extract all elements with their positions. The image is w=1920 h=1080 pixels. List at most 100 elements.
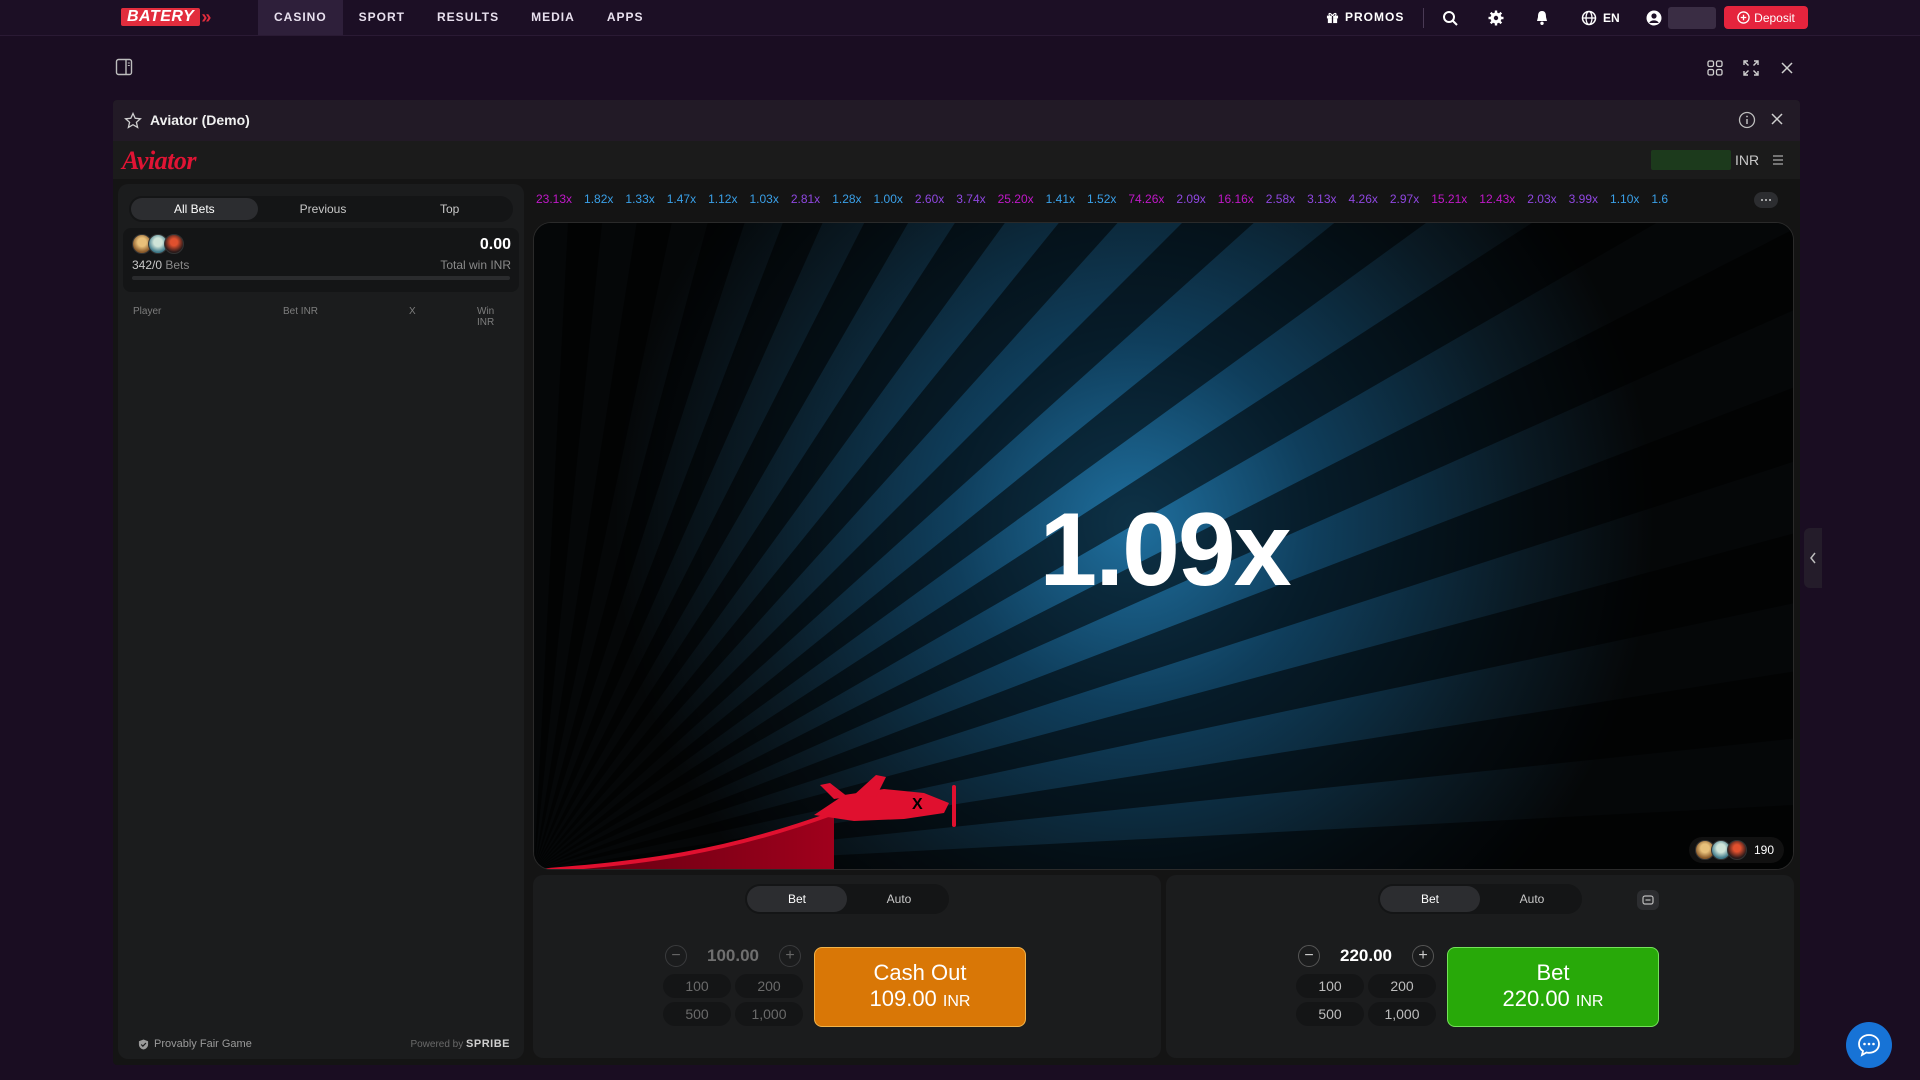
deposit-label: Deposit xyxy=(1754,10,1795,25)
bet2-amount-stepper: − 220.00 + xyxy=(1298,945,1434,967)
multiplier-history: 23.13x 1.82x 1.33x 1.47x 1.12x 1.03x 2.81x 1.28… xyxy=(536,192,1748,208)
bet1-mode-tabs: Bet Auto xyxy=(745,884,949,914)
site-logo[interactable]: BATERY » xyxy=(121,7,233,27)
history-multiplier: 25.20x xyxy=(997,192,1034,206)
bet2-quick-200[interactable]: 200 xyxy=(1368,974,1436,998)
cash-out-button[interactable]: Cash Out 109.00 INR xyxy=(814,947,1026,1027)
bet2-decrease-button[interactable]: − xyxy=(1298,945,1320,967)
powered-by: Powered by SPRIBE xyxy=(410,1038,510,1050)
gift-icon xyxy=(1326,12,1339,23)
provably-fair-link[interactable]: Provably Fair Game xyxy=(138,1038,252,1050)
place-bet-label: Bet xyxy=(1536,959,1570,985)
svg-text:X: X xyxy=(912,796,923,813)
bets-tabs: All Bets Previous Top xyxy=(129,196,513,222)
bet1-quick-500[interactable]: 500 xyxy=(663,1002,731,1026)
collapse-panel-button[interactable] xyxy=(1804,528,1822,588)
tab-all-bets[interactable]: All Bets xyxy=(131,198,258,220)
promos-link[interactable]: PROMOS xyxy=(1326,10,1404,24)
bet2-quick-100[interactable]: 100 xyxy=(1296,974,1364,998)
history-more-button[interactable] xyxy=(1754,192,1778,208)
nav-casino[interactable]: CASINO xyxy=(258,0,343,35)
language-code: EN xyxy=(1603,11,1620,25)
promos-label: PROMOS xyxy=(1345,10,1405,24)
bet1-tab-auto[interactable]: Auto xyxy=(849,884,949,914)
bets-count-value: 342/0 xyxy=(132,258,163,272)
favorite-star-icon[interactable] xyxy=(124,112,142,130)
balance-display xyxy=(1651,150,1731,170)
provably-fair-label: Provably Fair Game xyxy=(154,1038,252,1050)
nav-sport[interactable]: SPORT xyxy=(343,0,421,35)
total-win-value: 0.00 xyxy=(479,236,511,253)
bets-count-label: Bets xyxy=(165,258,190,272)
nav-results[interactable]: RESULTS xyxy=(421,0,515,35)
bet2-mode-tabs: Bet Auto xyxy=(1378,884,1582,914)
game-frame: Aviator (Demo) Aviator INR All Bets Prev… xyxy=(113,100,1800,1065)
powered-by-label: Powered by xyxy=(410,1039,464,1050)
bet2-tab-auto[interactable]: Auto xyxy=(1482,884,1582,914)
user-balance-box[interactable] xyxy=(1668,7,1716,29)
cash-out-currency: INR xyxy=(942,992,971,1010)
col-bet: Bet INR xyxy=(283,306,319,317)
hamburger-menu-icon[interactable] xyxy=(1771,153,1785,167)
bet2-quick-500[interactable]: 500 xyxy=(1296,1002,1364,1026)
bet1-tab-bet[interactable]: Bet xyxy=(747,886,847,912)
bet2-amount[interactable]: 220.00 xyxy=(1320,946,1412,966)
bet2-quick-amounts: 100 200 500 1,000 xyxy=(1296,974,1436,1026)
history-multiplier: 1.52x xyxy=(1087,192,1117,206)
globe-icon xyxy=(1581,10,1597,26)
avatar-group xyxy=(132,234,184,254)
notification-bell-icon[interactable] xyxy=(1532,8,1552,28)
grid-view-icon[interactable] xyxy=(1705,58,1725,78)
live-chat-button[interactable] xyxy=(1846,1022,1892,1068)
tab-previous[interactable]: Previous xyxy=(260,196,387,222)
bet2-tab-bet[interactable]: Bet xyxy=(1380,886,1480,912)
tab-top[interactable]: Top xyxy=(386,196,513,222)
nav-media[interactable]: MEDIA xyxy=(515,0,591,35)
history-multiplier: 2.03x xyxy=(1527,192,1557,206)
bet1-quick-200[interactable]: 200 xyxy=(735,974,803,998)
history-multiplier: 2.58x xyxy=(1265,192,1296,206)
history-multiplier: 1.28x xyxy=(832,192,862,206)
history-multiplier: 1.47x xyxy=(666,192,697,206)
history-multiplier: 1.00x xyxy=(873,192,903,206)
bet-panel-1: Bet Auto − 100.00 + 100 200 500 1,000 Ca… xyxy=(533,875,1161,1058)
deposit-button[interactable]: Deposit xyxy=(1724,6,1808,29)
history-multiplier: 16.16x xyxy=(1217,192,1254,206)
col-multiplier: X xyxy=(409,306,416,317)
bet1-quick-100[interactable]: 100 xyxy=(663,974,731,998)
bets-panel-footer: Provably Fair Game Powered by SPRIBE xyxy=(118,1029,524,1059)
bet1-increase-button[interactable]: + xyxy=(779,945,801,967)
nav-apps[interactable]: APPS xyxy=(591,0,660,35)
dot-icon xyxy=(1765,199,1767,201)
bet1-amount[interactable]: 100.00 xyxy=(687,946,779,966)
aviator-bar: Aviator INR xyxy=(113,141,1800,179)
place-bet-button[interactable]: Bet 220.00 INR xyxy=(1447,947,1659,1027)
avatar-group xyxy=(1695,840,1747,860)
close-window-icon[interactable] xyxy=(1777,58,1797,78)
bet1-quick-amounts: 100 200 500 1,000 xyxy=(663,974,803,1026)
history-multiplier: 2.09x xyxy=(1176,192,1206,206)
bet1-quick-1000[interactable]: 1,000 xyxy=(735,1002,803,1026)
fullscreen-icon[interactable] xyxy=(1741,58,1761,78)
history-multiplier: 74.26x xyxy=(1128,192,1165,206)
cash-out-value: 109.00 xyxy=(869,985,937,1011)
avatar xyxy=(164,234,184,254)
bet2-increase-button[interactable]: + xyxy=(1412,945,1434,967)
history-multiplier: 2.81x xyxy=(790,192,821,206)
place-bet-value: 220.00 xyxy=(1502,985,1570,1011)
bets-panel: All Bets Previous Top 342/0 Bets 0.00 To… xyxy=(118,184,524,1059)
bet2-quick-1000[interactable]: 1,000 xyxy=(1368,1002,1436,1026)
language-selector[interactable]: EN xyxy=(1581,10,1620,26)
sidebar-toggle-icon[interactable] xyxy=(115,58,135,78)
close-game-icon[interactable] xyxy=(1769,111,1785,127)
bet1-decrease-button[interactable]: − xyxy=(665,945,687,967)
remove-bet-panel-icon[interactable] xyxy=(1637,890,1659,910)
history-multiplier: 2.60x xyxy=(914,192,945,206)
info-icon[interactable] xyxy=(1738,111,1756,129)
col-win: Win INR xyxy=(477,306,495,328)
history-multiplier: 1.03x xyxy=(749,192,779,206)
search-icon[interactable] xyxy=(1440,8,1460,28)
user-account-icon[interactable] xyxy=(1644,8,1664,28)
settings-gear-icon[interactable] xyxy=(1486,8,1506,28)
shield-check-icon xyxy=(138,1038,149,1050)
